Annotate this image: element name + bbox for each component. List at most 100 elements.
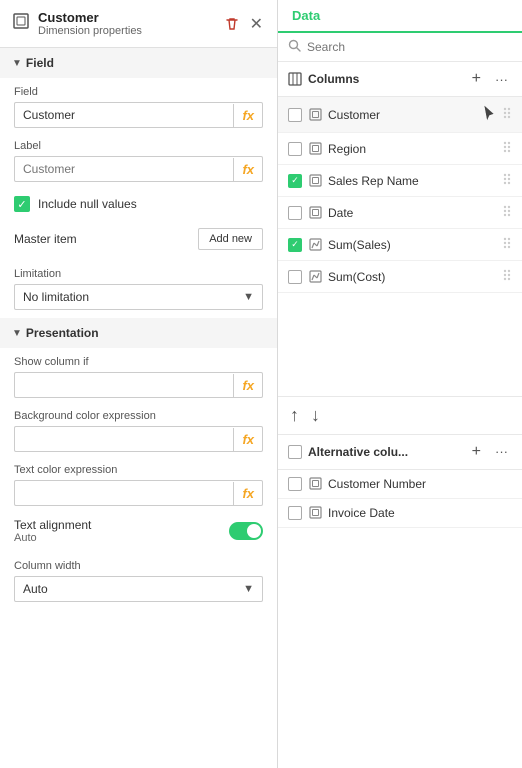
add-new-button[interactable]: Add new xyxy=(198,228,263,250)
column-checkbox[interactable] xyxy=(288,206,302,220)
limitation-row: Limitation No limitation ▼ xyxy=(0,260,277,314)
alt-column-checkbox[interactable] xyxy=(288,477,302,491)
label-input-wrapper: fx xyxy=(14,156,263,182)
label-row: Label fx xyxy=(0,132,277,186)
column-name: Customer xyxy=(328,108,476,122)
columns-add-button[interactable]: + xyxy=(468,70,485,88)
text-color-input[interactable] xyxy=(15,481,233,505)
right-panel: Data Columns + ··· Customer xyxy=(278,0,522,768)
header-text: Customer Dimension properties xyxy=(38,10,214,37)
alt-columns-label: Alternative colu... xyxy=(308,445,462,459)
presentation-section-header[interactable]: ▼ Presentation xyxy=(0,318,277,348)
drag-handle-icon[interactable] xyxy=(502,172,512,189)
right-header: Data xyxy=(278,0,522,33)
cursor-indicator xyxy=(482,104,496,125)
column-width-row: Column width Auto ▼ xyxy=(0,552,277,606)
column-width-select[interactable]: Auto xyxy=(15,577,235,601)
panel-title: Customer xyxy=(38,10,214,25)
column-width-chevron-icon: ▼ xyxy=(235,583,262,595)
drag-handle-icon[interactable] xyxy=(502,236,512,253)
alt-columns-header: Alternative colu... + ··· xyxy=(278,435,522,470)
alt-dimension-type-icon xyxy=(308,506,322,520)
column-item: Sum(Sales) xyxy=(278,229,522,261)
data-tab[interactable]: Data xyxy=(292,8,320,23)
column-item: Region xyxy=(278,133,522,165)
move-down-button[interactable]: ↓ xyxy=(309,403,322,428)
master-item-label: Master item xyxy=(14,232,77,246)
bg-color-input[interactable] xyxy=(15,427,233,451)
show-column-row: Show column if fx xyxy=(0,348,277,402)
column-name: Date xyxy=(328,206,496,220)
column-width-select-wrapper: Auto ▼ xyxy=(14,576,263,602)
field-input[interactable] xyxy=(15,103,233,127)
show-column-fx-button[interactable]: fx xyxy=(233,374,262,397)
field-fx-button[interactable]: fx xyxy=(233,104,262,127)
limitation-chevron-icon: ▼ xyxy=(235,291,262,303)
column-item: Customer xyxy=(278,97,522,133)
limitation-label: Limitation xyxy=(14,268,263,280)
alt-column-item: Customer Number xyxy=(278,470,522,499)
label-fx-button[interactable]: fx xyxy=(233,158,262,181)
text-alignment-toggle[interactable] xyxy=(229,522,263,540)
alt-column-name: Customer Number xyxy=(328,477,512,491)
column-width-label: Column width xyxy=(14,560,263,572)
dimension-type-icon xyxy=(308,174,322,188)
text-color-fx-button[interactable]: fx xyxy=(233,482,262,505)
column-item: Date xyxy=(278,197,522,229)
panel-header: Customer Dimension properties ✕ xyxy=(0,0,277,48)
show-column-input-wrapper: fx xyxy=(14,372,263,398)
alt-dimension-type-icon xyxy=(308,477,322,491)
check-icon: ✓ xyxy=(17,198,26,211)
include-null-label: Include null values xyxy=(38,197,137,211)
column-name: Sum(Sales) xyxy=(328,238,496,252)
text-alignment-text: Text alignment Auto xyxy=(14,518,91,544)
dimension-icon xyxy=(12,12,30,35)
panel-subtitle: Dimension properties xyxy=(38,25,214,37)
arrow-row: ↑ ↓ xyxy=(278,396,522,435)
bg-color-fx-button[interactable]: fx xyxy=(233,428,262,451)
column-checkbox[interactable] xyxy=(288,142,302,156)
alt-column-list: Customer Number Invoice Date xyxy=(278,470,522,768)
field-row: Field fx xyxy=(0,78,277,132)
drag-handle-icon[interactable] xyxy=(502,204,512,221)
search-input[interactable] xyxy=(307,40,512,54)
alt-column-checkbox[interactable] xyxy=(288,506,302,520)
drag-handle-icon[interactable] xyxy=(502,268,512,285)
column-checkbox[interactable] xyxy=(288,108,302,122)
show-column-input[interactable] xyxy=(15,373,233,397)
presentation-chevron-icon: ▼ xyxy=(12,328,22,339)
columns-more-button[interactable]: ··· xyxy=(491,72,512,87)
alt-columns-add-button[interactable]: + xyxy=(468,443,485,461)
left-panel: Customer Dimension properties ✕ ▼ Field … xyxy=(0,0,278,768)
alt-columns-checkbox[interactable] xyxy=(288,445,302,459)
field-label: Field xyxy=(14,86,263,98)
bg-color-input-wrapper: fx xyxy=(14,426,263,452)
delete-button[interactable] xyxy=(222,14,242,34)
alt-columns-more-button[interactable]: ··· xyxy=(491,444,512,459)
move-up-button[interactable]: ↑ xyxy=(288,403,301,428)
label-input[interactable] xyxy=(15,157,233,181)
label-label: Label xyxy=(14,140,263,152)
column-checkbox[interactable] xyxy=(288,174,302,188)
columns-section-icon xyxy=(288,72,302,86)
close-button[interactable]: ✕ xyxy=(248,12,265,36)
field-section-header[interactable]: ▼ Field xyxy=(0,48,277,78)
search-bar xyxy=(278,33,522,62)
column-list: Customer Region Sales Rep Name Date xyxy=(278,97,522,396)
limitation-select[interactable]: No limitation xyxy=(15,285,235,309)
text-color-input-wrapper: fx xyxy=(14,480,263,506)
text-alignment-label: Text alignment xyxy=(14,518,91,532)
column-name: Sum(Cost) xyxy=(328,270,496,284)
header-actions: ✕ xyxy=(222,12,265,36)
drag-handle-icon[interactable] xyxy=(502,140,512,157)
text-alignment-row: Text alignment Auto xyxy=(0,510,277,552)
alt-column-name: Invoice Date xyxy=(328,506,512,520)
field-section-label: Field xyxy=(26,56,54,70)
drag-handle-icon[interactable] xyxy=(502,106,512,123)
include-null-checkbox[interactable]: ✓ xyxy=(14,196,30,212)
column-checkbox[interactable] xyxy=(288,238,302,252)
search-icon xyxy=(288,39,301,55)
dimension-type-icon xyxy=(308,206,322,220)
limitation-select-wrapper: No limitation ▼ xyxy=(14,284,263,310)
column-checkbox[interactable] xyxy=(288,270,302,284)
